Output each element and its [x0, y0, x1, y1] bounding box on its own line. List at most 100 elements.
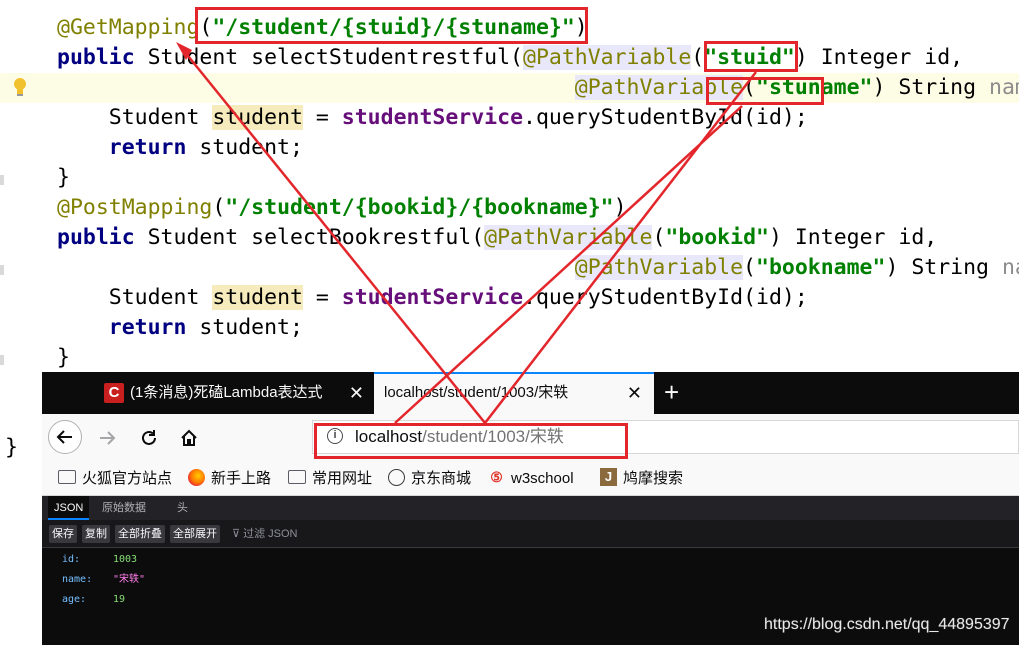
- reload-button[interactable]: [134, 423, 164, 453]
- bookmark-label: 京东商城: [411, 470, 472, 487]
- code-token: name: [989, 75, 1019, 100]
- bookmark-item[interactable]: 火狐官方站点: [58, 462, 172, 496]
- code-token: public: [57, 45, 135, 70]
- gutter-fold-marker[interactable]: [0, 265, 4, 275]
- gutter-fold-marker[interactable]: [0, 355, 4, 365]
- home-icon: [181, 429, 197, 446]
- code-line: public Student selectStudentrestful(@Pat…: [57, 43, 963, 73]
- folder-icon: [288, 470, 306, 485]
- back-button[interactable]: [48, 420, 82, 454]
- bookmark-label: 鸠摩搜索: [623, 470, 684, 487]
- home-button[interactable]: [174, 423, 204, 453]
- jiumo-icon: J: [600, 468, 617, 487]
- bookmark-label: 常用网址: [312, 470, 373, 487]
- tab-headers[interactable]: 头: [177, 496, 188, 520]
- firefox-icon: [188, 468, 205, 486]
- tab-json[interactable]: JSON: [48, 496, 90, 520]
- tab-bar: C (1条消息)死磕Lambda表达式 ✕ localhost/student/…: [42, 372, 1019, 414]
- code-token: }: [57, 345, 70, 370]
- code-token: studentService: [341, 285, 524, 310]
- code-token: Student selectBookrestful(: [134, 225, 485, 250]
- json-value: 1003: [113, 554, 138, 565]
- code-line: Student student = studentService.querySt…: [57, 103, 808, 133]
- code-line: @PathVariable("bookname") String name): [57, 253, 1019, 283]
- folder-icon: [58, 470, 76, 485]
- code-token: Student: [57, 285, 213, 310]
- code-token: ) String: [885, 255, 1002, 280]
- close-icon[interactable]: ✕: [627, 372, 642, 414]
- code-token: student;: [186, 135, 303, 160]
- bookmark-item[interactable]: J 鸠摩搜索: [600, 462, 683, 496]
- code-token: ) String: [872, 75, 989, 100]
- annotation-box-stuname: [706, 77, 824, 105]
- code-token: public: [57, 225, 135, 250]
- tab-csdn[interactable]: C (1条消息)死磕Lambda表达式 ✕: [90, 372, 372, 414]
- annotation-box-stuid: [704, 41, 798, 72]
- code-token: student;: [186, 315, 303, 340]
- code-token: student: [212, 285, 303, 310]
- code-token: =: [302, 285, 342, 310]
- code-token: @PathVariable: [574, 255, 744, 280]
- tab-raw-data[interactable]: 原始数据: [102, 496, 146, 520]
- gutter-fold-marker[interactable]: [0, 175, 4, 185]
- code-token: (: [743, 255, 756, 280]
- code-line: }: [57, 163, 70, 193]
- tab-localhost[interactable]: localhost/student/1003/宋轶 ✕: [374, 372, 654, 414]
- collapse-all-button[interactable]: 全部折叠: [115, 525, 165, 543]
- watermark: https://blog.csdn.net/qq_44895397: [764, 616, 1010, 633]
- copy-button[interactable]: 复制: [82, 525, 110, 543]
- filter-json-input[interactable]: ⊽ 过滤 JSON: [232, 525, 298, 543]
- arrow-left-icon: [56, 430, 72, 444]
- json-value: "宋轶": [113, 574, 146, 585]
- code-token: return: [108, 135, 187, 160]
- save-button[interactable]: 保存: [49, 525, 77, 543]
- json-value: 19: [113, 594, 126, 605]
- code-token: ) Integer id,: [794, 45, 964, 70]
- code-line: @PostMapping("/student/{bookid}/{booknam…: [57, 193, 627, 223]
- code-token: student: [212, 105, 303, 130]
- code-token: =: [302, 105, 342, 130]
- code-token: ) Integer id,: [768, 225, 938, 250]
- filter-placeholder: 过滤 JSON: [243, 528, 298, 540]
- code-token: ): [613, 195, 627, 220]
- bookmark-item[interactable]: 新手上路: [188, 462, 271, 496]
- filter-icon: ⊽: [232, 528, 244, 540]
- close-icon[interactable]: ✕: [349, 372, 364, 414]
- code-token: "bookname": [756, 255, 886, 280]
- arrow-right-icon: [100, 431, 116, 445]
- code-token: "/student/{bookid}/{bookname}": [225, 195, 614, 220]
- code-line: return student;: [57, 313, 303, 343]
- code-token: return: [108, 315, 187, 340]
- code-token: .queryStudentById(id);: [523, 285, 808, 310]
- bookmark-item[interactable]: ⑤ w3school: [488, 462, 574, 496]
- code-token: @PathVariable: [484, 225, 653, 250]
- json-key: name:: [62, 574, 93, 585]
- bookmark-item[interactable]: 常用网址: [288, 462, 372, 496]
- bookmark-label: 火狐官方站点: [82, 470, 173, 487]
- lightbulb-icon[interactable]: [12, 76, 28, 98]
- tab-title: localhost/student/1003/宋轶: [384, 384, 569, 401]
- code-token: (: [691, 45, 705, 70]
- expand-all-button[interactable]: 全部展开: [170, 525, 220, 543]
- reload-icon: [142, 430, 156, 445]
- code-token: name: [1001, 255, 1019, 280]
- code-token: }: [57, 165, 70, 190]
- code-token: @PostMapping: [57, 195, 213, 220]
- code-token: (: [652, 225, 666, 250]
- code-line: return student;: [57, 133, 303, 163]
- code-token: @PathVariable: [523, 45, 692, 70]
- code-line: public Student selectBookrestful(@PathVa…: [57, 223, 937, 253]
- code-token: Student selectStudentrestful(: [134, 45, 523, 70]
- json-viewer-tabs: JSON 原始数据 头: [42, 496, 1019, 520]
- bookmark-item[interactable]: 京东商城: [388, 462, 471, 496]
- bookmark-label: 新手上路: [211, 470, 272, 487]
- bookmark-label: w3school: [511, 470, 574, 487]
- forward-button[interactable]: [92, 423, 122, 453]
- new-tab-button[interactable]: +: [664, 372, 679, 414]
- json-key: id:: [62, 554, 81, 565]
- code-token: .queryStudentById(id);: [523, 105, 808, 130]
- code-token: @GetMapping: [57, 15, 200, 40]
